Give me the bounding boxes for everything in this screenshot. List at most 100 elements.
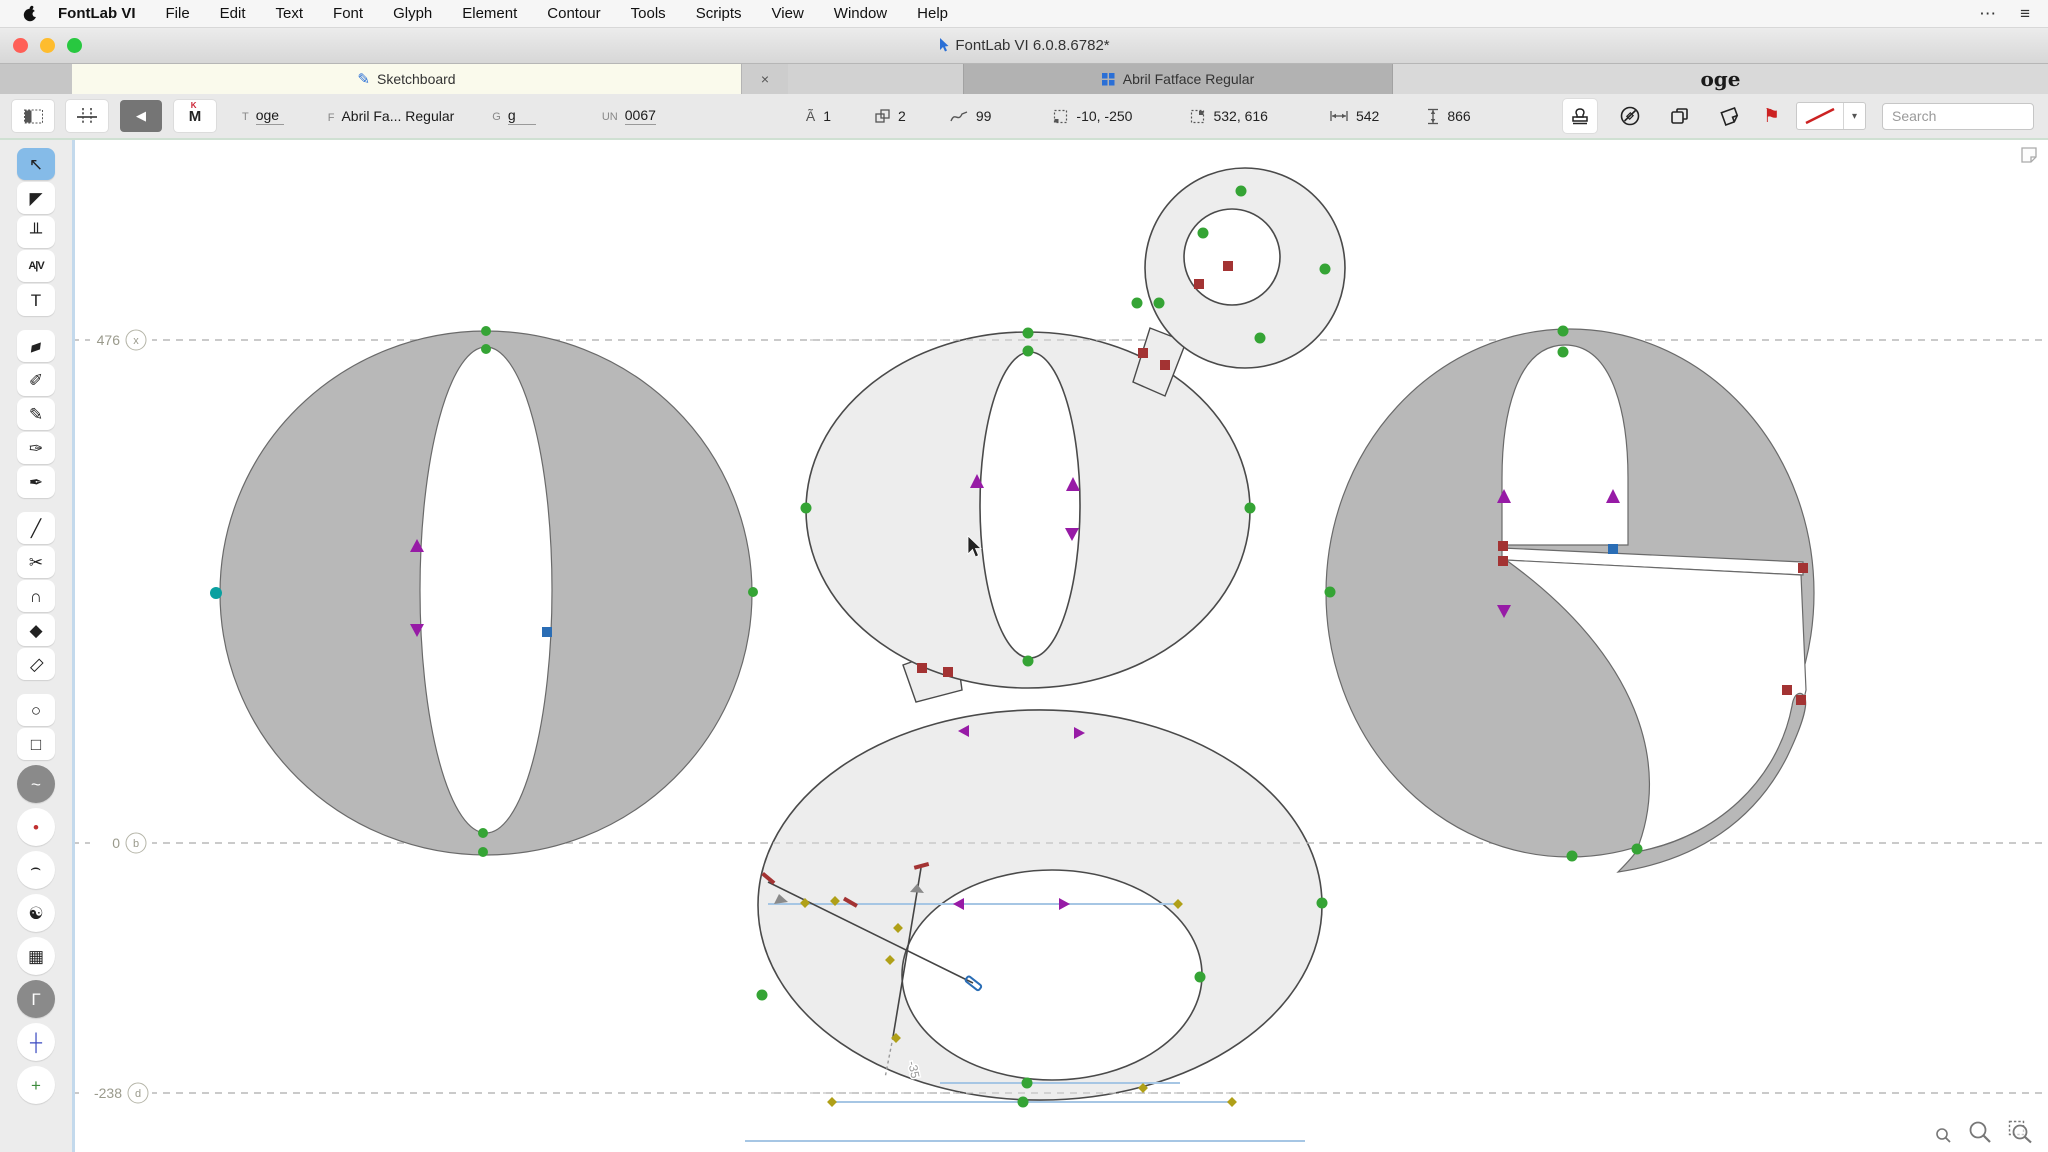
rapid-tool-icon: ✑ bbox=[29, 440, 43, 457]
kern-tool[interactable]: A|V bbox=[17, 250, 55, 282]
node-coordinates-toggle-icon: • bbox=[33, 819, 39, 836]
magnet-tool[interactable]: ∩ bbox=[17, 580, 55, 612]
font-field[interactable]: F Abril Fa... Regular bbox=[328, 108, 455, 124]
panel-icon bbox=[23, 108, 44, 125]
metrics-table-toggle[interactable] bbox=[66, 100, 108, 132]
stroke-sample bbox=[1797, 103, 1843, 129]
snap-toggle-icon: ┼ bbox=[30, 1034, 42, 1051]
free-transform-toggle[interactable]: ~ bbox=[17, 765, 55, 803]
menu-file[interactable]: File bbox=[166, 5, 190, 22]
guides-toggle[interactable]: Γ bbox=[17, 980, 55, 1018]
width-icon bbox=[1330, 110, 1348, 122]
measure-tool[interactable]: ▭ bbox=[17, 648, 55, 680]
unicode-field[interactable]: UN 0067 bbox=[602, 107, 656, 125]
stroke-picker[interactable]: ▾ bbox=[1796, 102, 1866, 130]
tab-sketchboard[interactable]: ✎ Sketchboard bbox=[72, 64, 742, 94]
lock-editing-button[interactable] bbox=[1613, 99, 1647, 133]
menu-contour[interactable]: Contour bbox=[547, 5, 600, 22]
glyph-window-toggle[interactable]: ◀ bbox=[120, 100, 162, 132]
menu-edit[interactable]: Edit bbox=[220, 5, 246, 22]
anchors-count: Ã 1 bbox=[806, 108, 831, 124]
snap-toggle[interactable]: ┼ bbox=[17, 1023, 55, 1061]
pen-nib-marker[interactable] bbox=[965, 976, 982, 991]
free-transform-toggle-icon: ~ bbox=[31, 776, 41, 793]
note-icon[interactable] bbox=[2020, 146, 2038, 164]
menu-text[interactable]: Text bbox=[276, 5, 304, 22]
element-tool-icon: ◤ bbox=[29, 190, 42, 207]
advance-width: 542 bbox=[1330, 108, 1379, 124]
magnet-tool-icon: ∩ bbox=[30, 588, 42, 605]
rectangle-tool-icon: □ bbox=[31, 736, 41, 753]
zoom-controls bbox=[1935, 1120, 2034, 1144]
glyph-g[interactable] bbox=[758, 168, 1345, 1100]
menu-glyph[interactable]: Glyph bbox=[393, 5, 432, 22]
pencil-tool[interactable]: ✎ bbox=[17, 398, 55, 430]
zoom-out-button[interactable] bbox=[1935, 1127, 1952, 1144]
contour-tool[interactable]: ↖ bbox=[17, 148, 55, 180]
close-tab-button[interactable]: × bbox=[742, 64, 788, 94]
no-edit-icon bbox=[1619, 105, 1641, 127]
list-icon[interactable]: ≡ bbox=[2020, 4, 2030, 24]
tab-document[interactable]: Abril Fatface Regular bbox=[963, 64, 1393, 94]
pen-tool-icon: ✒ bbox=[29, 474, 43, 491]
menu-window[interactable]: Window bbox=[834, 5, 887, 22]
contour-tool-icon: ↖ bbox=[29, 156, 43, 173]
sticker-button[interactable] bbox=[1713, 99, 1747, 133]
pen-icon: ✎ bbox=[357, 70, 370, 88]
menu-tools[interactable]: Tools bbox=[631, 5, 666, 22]
text-field[interactable]: T oge bbox=[242, 107, 284, 125]
svg-text:d: d bbox=[135, 1088, 141, 1100]
show-handles-toggle[interactable]: ⌣ bbox=[17, 851, 55, 889]
menu-scripts[interactable]: Scripts bbox=[696, 5, 742, 22]
element-tool[interactable]: ◤ bbox=[17, 182, 55, 214]
grid-toggle[interactable]: ▦ bbox=[17, 937, 55, 975]
guide-labels[interactable]: 476 x 0 b -238 d bbox=[84, 330, 152, 1103]
cursor-icon bbox=[938, 38, 950, 52]
text-tool[interactable]: T bbox=[17, 284, 55, 316]
menu-view[interactable]: View bbox=[772, 5, 804, 22]
preview-fill-toggle[interactable]: ☯ bbox=[17, 894, 55, 932]
metrics-tool[interactable]: ╨ bbox=[17, 216, 55, 248]
node-coordinates-toggle[interactable]: • bbox=[17, 808, 55, 846]
rectangle-tool[interactable]: □ bbox=[17, 728, 55, 760]
layers-button[interactable] bbox=[1663, 99, 1697, 133]
glyph-e[interactable] bbox=[1326, 329, 1814, 872]
menu-fontlab-vi[interactable]: FontLab VI bbox=[58, 5, 136, 22]
menu-font[interactable]: Font bbox=[333, 5, 363, 22]
apple-menu-icon[interactable] bbox=[22, 5, 38, 23]
fill-tool[interactable]: ◆ bbox=[17, 614, 55, 646]
property-toolbar: ◀ MK T oge F Abril Fa... Regular G g UN … bbox=[0, 94, 2048, 140]
pen-tool[interactable]: ✒ bbox=[17, 466, 55, 498]
glyph-name-field[interactable]: G g bbox=[492, 107, 536, 125]
grid-toggle-icon: ▦ bbox=[28, 948, 44, 965]
guides-toggle-icon: Γ bbox=[31, 991, 40, 1008]
nodes-icon bbox=[950, 110, 968, 123]
search-input[interactable] bbox=[1882, 103, 2034, 130]
add-guides-toggle[interactable]: + bbox=[17, 1066, 55, 1104]
zoom-selection-button[interactable] bbox=[2008, 1120, 2034, 1144]
text-tool-icon: T bbox=[31, 292, 41, 309]
stamp-tool-button[interactable] bbox=[1563, 99, 1597, 133]
glyph-canvas[interactable]: 476 x 0 b -238 d -35 bbox=[0, 140, 2048, 1152]
anchor-icon: Ã bbox=[806, 108, 815, 124]
more-icon[interactable]: ⋯ bbox=[1979, 4, 1996, 24]
menu-help[interactable]: Help bbox=[917, 5, 948, 22]
flag-icon[interactable]: ⚑ bbox=[1763, 105, 1780, 128]
menu-bar: FontLab VI File Edit Text Font Glyph Element Co… bbox=[0, 0, 2048, 28]
zoom-in-button[interactable] bbox=[1968, 1120, 1992, 1144]
brush-tool-icon: ✐ bbox=[29, 372, 43, 389]
glyph-height: 866 bbox=[1427, 108, 1470, 125]
eraser-tool[interactable]: ▰ bbox=[17, 330, 55, 362]
scissors-tool[interactable]: ✂ bbox=[17, 546, 55, 578]
metrics-tool-icon: ╨ bbox=[30, 224, 42, 241]
rapid-tool[interactable]: ✑ bbox=[17, 432, 55, 464]
knife-tool[interactable]: ╱ bbox=[17, 512, 55, 544]
stroke-dropdown-arrow[interactable]: ▾ bbox=[1843, 103, 1865, 129]
panel-preview-toggle[interactable] bbox=[12, 100, 54, 132]
ellipse-tool[interactable]: ○ bbox=[17, 694, 55, 726]
window-title: FontLab VI 6.0.8.6782* bbox=[0, 37, 2048, 54]
brush-tool[interactable]: ✐ bbox=[17, 364, 55, 396]
kerning-mode-toggle[interactable]: MK bbox=[174, 100, 216, 132]
glyph-o[interactable] bbox=[220, 331, 752, 855]
menu-element[interactable]: Element bbox=[462, 5, 517, 22]
